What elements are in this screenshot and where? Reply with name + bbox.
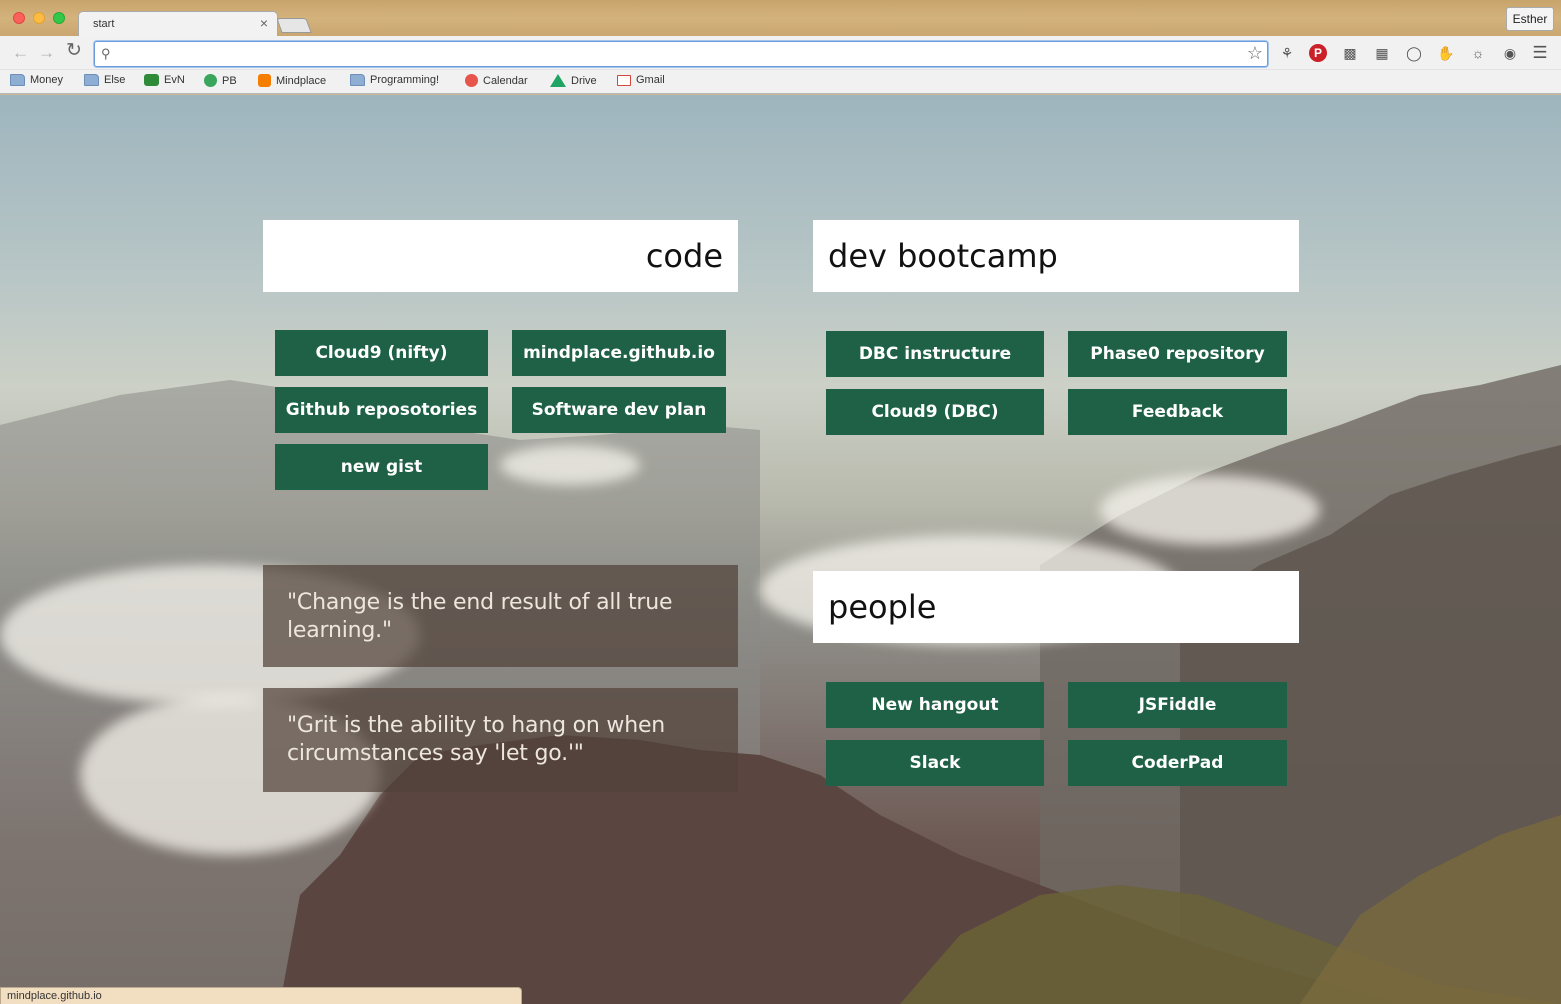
hand-extension-icon[interactable]: ✋ xyxy=(1437,44,1455,62)
mountain-background-image xyxy=(0,365,1561,1004)
address-input[interactable] xyxy=(119,44,1239,64)
new-gist-link[interactable]: new gist xyxy=(275,444,488,490)
new-tab-button[interactable] xyxy=(276,18,312,33)
gmail-icon xyxy=(617,74,631,86)
software-dev-plan-link[interactable]: Software dev plan xyxy=(512,387,726,433)
profile-button[interactable]: Esther xyxy=(1506,7,1554,31)
folder-icon xyxy=(10,74,25,86)
window-titlebar: start × Esther xyxy=(0,0,1561,37)
browser-toolbar: ← → ↻ ⚲ ☆ ⚘ P ▩ ▦ ◯ ✋ ☼ ◉ ☰ xyxy=(0,36,1561,70)
bookmark-mindplace[interactable]: Mindplace xyxy=(258,74,326,87)
forward-arrow-icon[interactable]: → xyxy=(38,44,55,61)
evernote-icon xyxy=(144,74,159,86)
calendar-icon xyxy=(465,74,478,87)
code-section-header: code xyxy=(263,220,738,292)
bookmark-evn[interactable]: EvN xyxy=(144,74,185,86)
jsfiddle-link[interactable]: JSFiddle xyxy=(1068,682,1287,728)
bookmarks-bar: Money Else EvN PB Mindplace Programming!… xyxy=(0,70,1561,94)
reload-icon[interactable]: ↻ xyxy=(66,41,82,60)
new-hangout-link[interactable]: New hangout xyxy=(826,682,1044,728)
cloud-shape xyxy=(500,445,640,485)
slack-link[interactable]: Slack xyxy=(826,740,1044,786)
folder-icon xyxy=(84,74,99,86)
bookmark-pb[interactable]: PB xyxy=(204,74,237,87)
status-bar-url: mindplace.github.io xyxy=(0,987,522,1004)
back-arrow-icon[interactable]: ← xyxy=(12,44,29,61)
page-background xyxy=(0,95,1561,1004)
drive-icon xyxy=(550,74,566,87)
hamburger-menu-icon[interactable]: ☰ xyxy=(1531,44,1549,62)
zoom-window-button[interactable] xyxy=(53,12,65,24)
bookmark-gmail[interactable]: Gmail xyxy=(617,74,665,86)
bookmark-else[interactable]: Else xyxy=(84,74,125,86)
quote-card: "Change is the end result of all true le… xyxy=(263,565,738,667)
bookmark-star-icon[interactable]: ☆ xyxy=(1247,43,1263,64)
github-repositories-link[interactable]: Github reposotories xyxy=(275,387,488,433)
coderpad-link[interactable]: CoderPad xyxy=(1068,740,1287,786)
cast-extension-icon[interactable]: ▩ xyxy=(1341,44,1359,62)
compass-extension-icon[interactable]: ◉ xyxy=(1501,44,1519,62)
close-window-button[interactable] xyxy=(13,12,25,24)
address-bar[interactable]: ⚲ ☆ xyxy=(94,41,1268,67)
search-icon: ⚲ xyxy=(101,46,111,61)
pushbullet-icon xyxy=(204,74,217,87)
bookmark-programming[interactable]: Programming! xyxy=(350,74,439,86)
cloud9-nifty-link[interactable]: Cloud9 (nifty) xyxy=(275,330,488,376)
quote-card: "Grit is the ability to hang on when cir… xyxy=(263,688,738,792)
bookmark-calendar[interactable]: Calendar xyxy=(465,74,528,87)
folder-icon xyxy=(350,74,365,86)
search-extension-icon[interactable]: ◯ xyxy=(1405,44,1423,62)
minimize-window-button[interactable] xyxy=(33,12,45,24)
tab-close-icon[interactable]: × xyxy=(260,15,268,31)
blogger-icon xyxy=(258,74,271,87)
tab-title: start xyxy=(93,18,115,30)
phase0-repository-link[interactable]: Phase0 repository xyxy=(1068,331,1287,377)
cloud9-dbc-link[interactable]: Cloud9 (DBC) xyxy=(826,389,1044,435)
bookmark-drive[interactable]: Drive xyxy=(550,74,597,87)
mindplace-github-link[interactable]: mindplace.github.io xyxy=(512,330,726,376)
dbc-instructure-link[interactable]: DBC instructure xyxy=(826,331,1044,377)
cloud-shape xyxy=(1100,475,1320,545)
browser-tab[interactable]: start × xyxy=(78,11,278,37)
people-section-header: people xyxy=(813,571,1299,643)
pinterest-extension-icon[interactable]: P xyxy=(1309,44,1327,62)
evernote-extension-icon[interactable]: ⚘ xyxy=(1278,44,1296,62)
extension-icon[interactable]: ▦ xyxy=(1373,44,1391,62)
bookmark-money[interactable]: Money xyxy=(10,74,63,86)
dev-bootcamp-section-header: dev bootcamp xyxy=(813,220,1299,292)
feedback-link[interactable]: Feedback xyxy=(1068,389,1287,435)
ghost-extension-icon[interactable]: ☼ xyxy=(1469,44,1487,62)
